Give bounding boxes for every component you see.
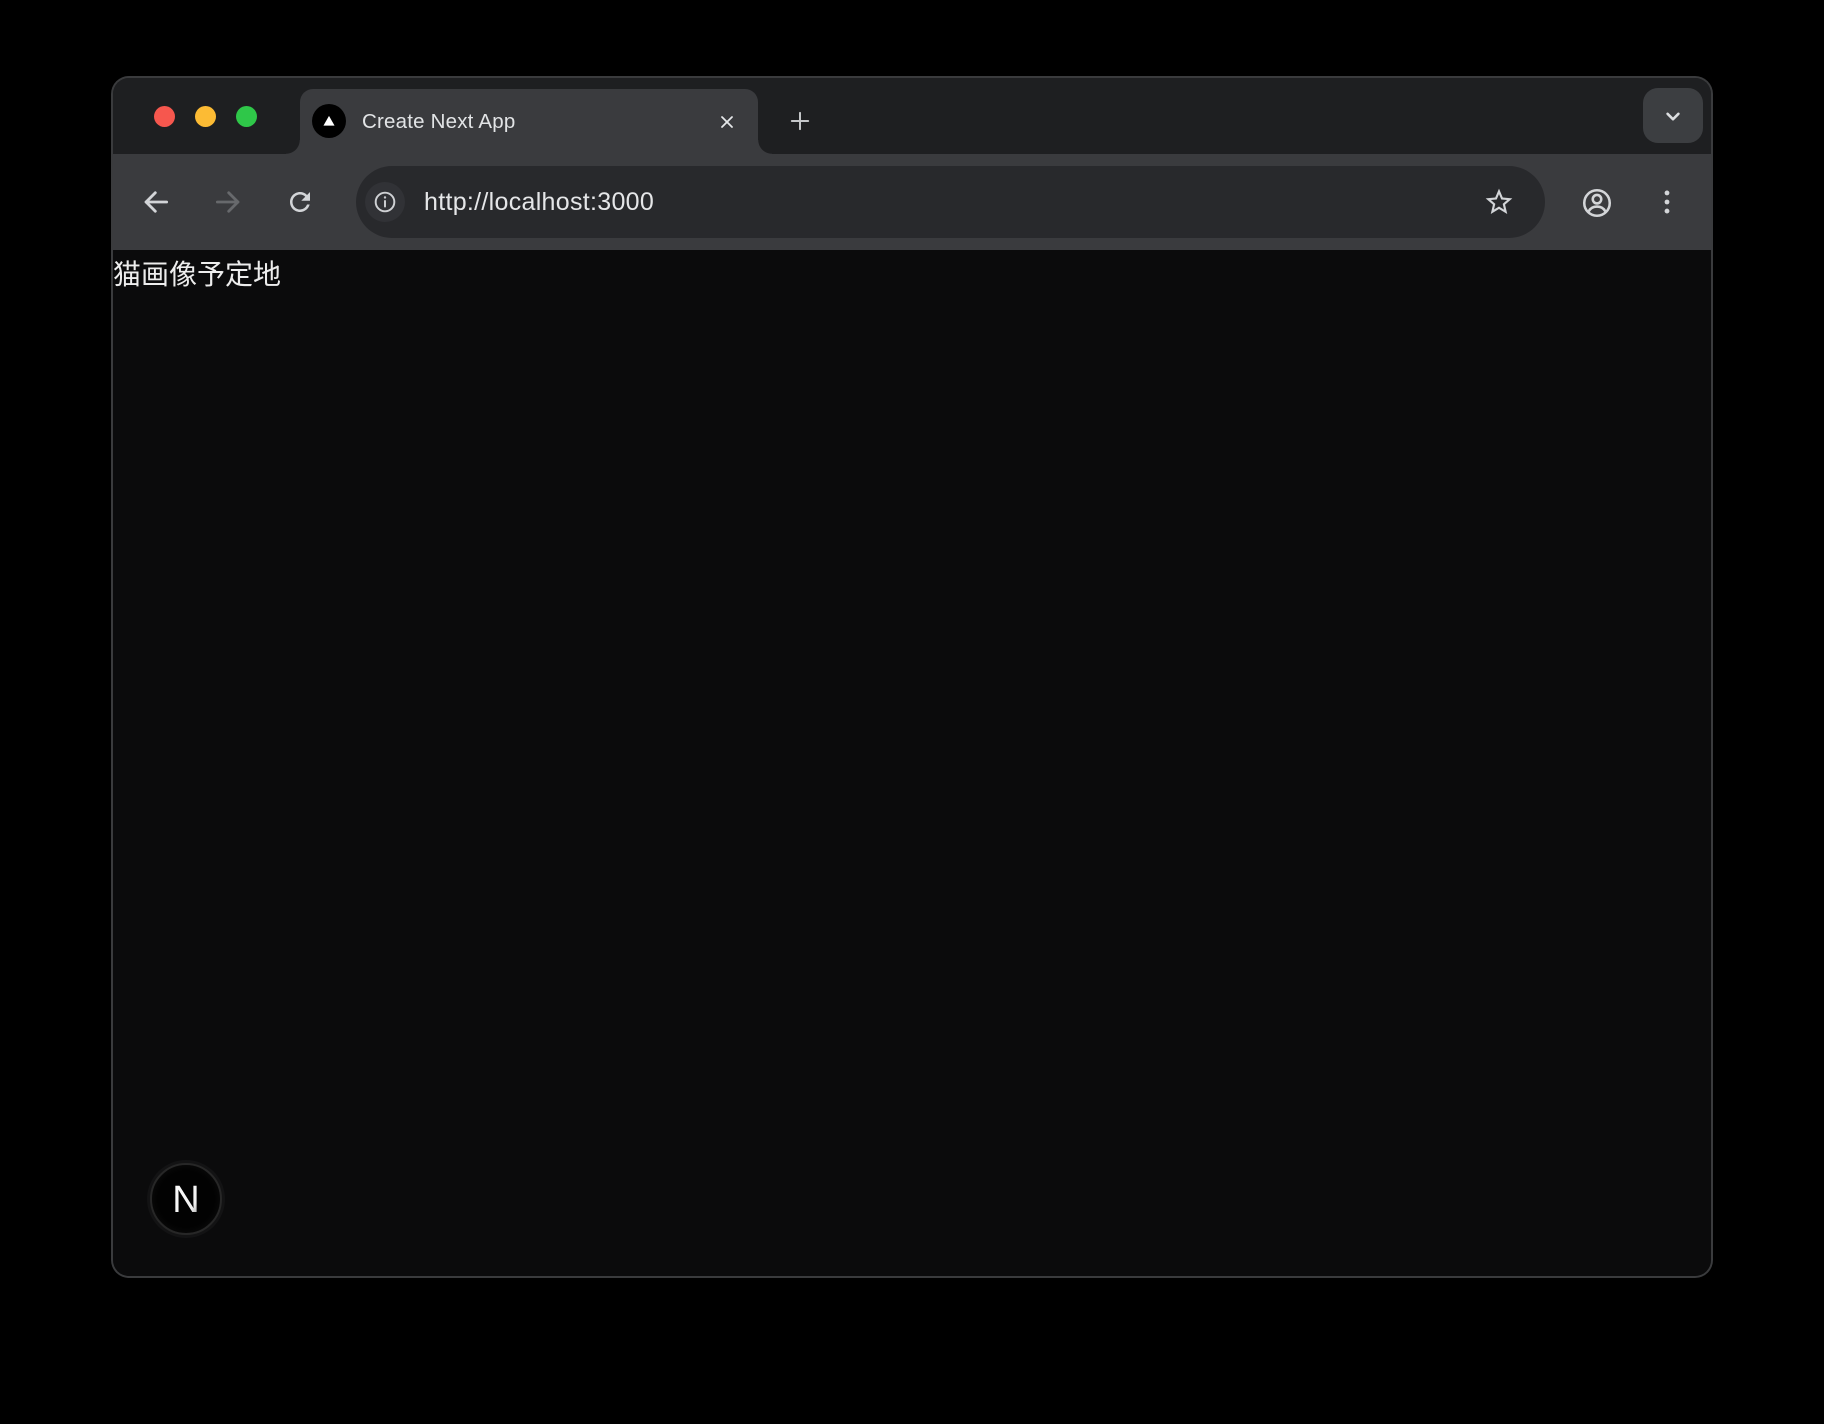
page-viewport: 猫画像予定地 N bbox=[113, 250, 1711, 1276]
chevron-down-icon bbox=[1660, 103, 1686, 129]
window-controls bbox=[154, 106, 257, 127]
browser-window: Create Next App bbox=[113, 78, 1711, 1276]
bookmark-star-button[interactable] bbox=[1483, 186, 1515, 218]
browser-toolbar: http://localhost:3000 bbox=[113, 154, 1711, 250]
zoom-window-button[interactable] bbox=[236, 106, 257, 127]
url-text[interactable]: http://localhost:3000 bbox=[424, 166, 654, 238]
browser-menu-button[interactable] bbox=[1649, 184, 1685, 220]
star-outline-icon bbox=[1483, 186, 1515, 218]
nextjs-devtools-badge[interactable]: N bbox=[150, 1163, 222, 1235]
address-bar[interactable]: http://localhost:3000 bbox=[356, 166, 1545, 238]
account-circle-icon bbox=[1580, 186, 1614, 220]
info-icon bbox=[372, 189, 398, 215]
cat-image-placeholder-text: 猫画像予定地 bbox=[113, 253, 281, 293]
reload-button[interactable] bbox=[282, 184, 318, 220]
tab-title: Create Next App bbox=[362, 89, 515, 154]
minimize-window-button[interactable] bbox=[195, 106, 216, 127]
tab-search-chevron-button[interactable] bbox=[1643, 88, 1703, 143]
tab-strip: Create Next App bbox=[113, 78, 1711, 154]
nextjs-n-letter: N bbox=[172, 1179, 199, 1221]
back-button[interactable] bbox=[138, 184, 174, 220]
arrow-right-icon bbox=[211, 185, 245, 219]
new-tab-button[interactable] bbox=[782, 103, 818, 139]
kebab-menu-icon bbox=[1650, 185, 1684, 219]
profile-button[interactable] bbox=[1579, 185, 1615, 221]
site-info-button[interactable] bbox=[365, 182, 405, 222]
arrow-left-icon bbox=[139, 185, 173, 219]
forward-button[interactable] bbox=[210, 184, 246, 220]
close-window-button[interactable] bbox=[154, 106, 175, 127]
reload-icon bbox=[285, 187, 315, 217]
tab-close-icon[interactable] bbox=[712, 107, 742, 137]
nextjs-favicon-icon bbox=[312, 104, 346, 138]
tab-create-next-app[interactable]: Create Next App bbox=[300, 89, 758, 154]
